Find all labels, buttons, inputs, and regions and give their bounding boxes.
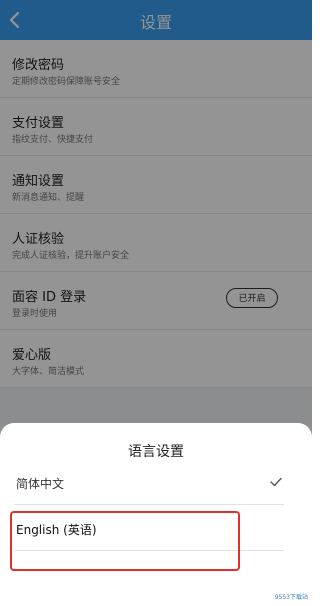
annotation-highlight-box xyxy=(10,511,240,571)
check-icon xyxy=(270,477,282,487)
sheet-title: 语言设置 xyxy=(128,444,184,460)
settings-screen: 设置 修改密码 定期修改密码保障账号安全 支付设置 指纹支付、快捷支付 通知设置… xyxy=(0,0,312,606)
language-option-simplified-chinese[interactable]: 简体中文 xyxy=(14,461,284,505)
watermark-logo: 9553下载站 xyxy=(274,594,308,601)
language-option-label: 简体中文 xyxy=(16,477,65,491)
